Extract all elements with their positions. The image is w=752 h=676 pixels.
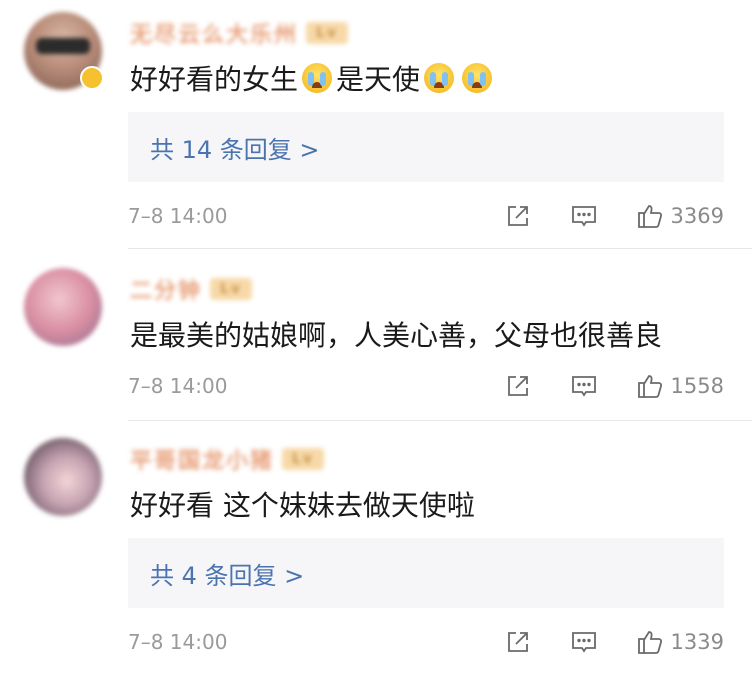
- comment-text: 好好看的女生 是天使: [130, 58, 496, 98]
- comment-text: 是最美的姑娘啊，人美心善，父母也很善良: [130, 319, 663, 352]
- comment-meta: 7–8 14:00 1339: [128, 626, 724, 658]
- comment-actions: 1339: [503, 627, 724, 657]
- username[interactable]: 二分钟 Lv: [130, 273, 253, 305]
- comment-actions: 3369: [503, 201, 724, 231]
- thumbs-up-icon: [637, 375, 662, 398]
- share-icon[interactable]: [503, 627, 533, 657]
- comment-text: 好好看 这个妹妹去做天使啦: [130, 489, 475, 522]
- like-count: 3369: [670, 204, 724, 228]
- thumbs-up-icon: [637, 205, 662, 228]
- username-text[interactable]: 二分钟: [130, 273, 202, 305]
- user-level-badge: Lv: [210, 278, 253, 300]
- verified-badge-icon: [80, 66, 104, 90]
- comment-meta: 7–8 14:00 1558: [128, 370, 724, 402]
- view-replies-button[interactable]: 共 14 条回复 >: [128, 112, 724, 182]
- comment-text-part: 好好看的女生: [130, 63, 299, 96]
- avatar[interactable]: [24, 438, 102, 516]
- like-count: 1339: [670, 630, 724, 654]
- username[interactable]: 平哥国龙小猪 Lv: [130, 443, 325, 475]
- username-text[interactable]: 无尽云么大乐州: [130, 17, 298, 49]
- username[interactable]: 无尽云么大乐州 Lv: [130, 17, 349, 49]
- thumbs-up-icon: [637, 631, 662, 654]
- crying-face-icon: [302, 63, 333, 93]
- share-icon[interactable]: [503, 201, 533, 231]
- view-replies-button[interactable]: 共 4 条回复 >: [128, 538, 724, 608]
- like-button[interactable]: 1339: [635, 627, 724, 657]
- comment-text-part: 是天使: [336, 63, 421, 96]
- like-button[interactable]: 1558: [635, 371, 724, 401]
- comment-icon[interactable]: [569, 627, 599, 657]
- divider: [128, 248, 752, 249]
- user-level-badge: Lv: [282, 448, 325, 470]
- divider: [128, 420, 752, 421]
- comment-meta: 7–8 14:00 3369: [128, 200, 724, 232]
- user-level-badge: Lv: [306, 22, 349, 44]
- share-icon[interactable]: [503, 371, 533, 401]
- crying-face-icon: [424, 63, 455, 93]
- comment-icon[interactable]: [569, 371, 599, 401]
- avatar[interactable]: [24, 268, 102, 346]
- comment-time: 7–8 14:00: [128, 204, 228, 228]
- like-count: 1558: [670, 374, 724, 398]
- crying-face-icon: [462, 63, 493, 93]
- username-text[interactable]: 平哥国龙小猪: [130, 443, 274, 475]
- comment-icon[interactable]: [569, 201, 599, 231]
- comment-time: 7–8 14:00: [128, 374, 228, 398]
- comment-time: 7–8 14:00: [128, 630, 228, 654]
- like-button[interactable]: 3369: [635, 201, 724, 231]
- comment-actions: 1558: [503, 371, 724, 401]
